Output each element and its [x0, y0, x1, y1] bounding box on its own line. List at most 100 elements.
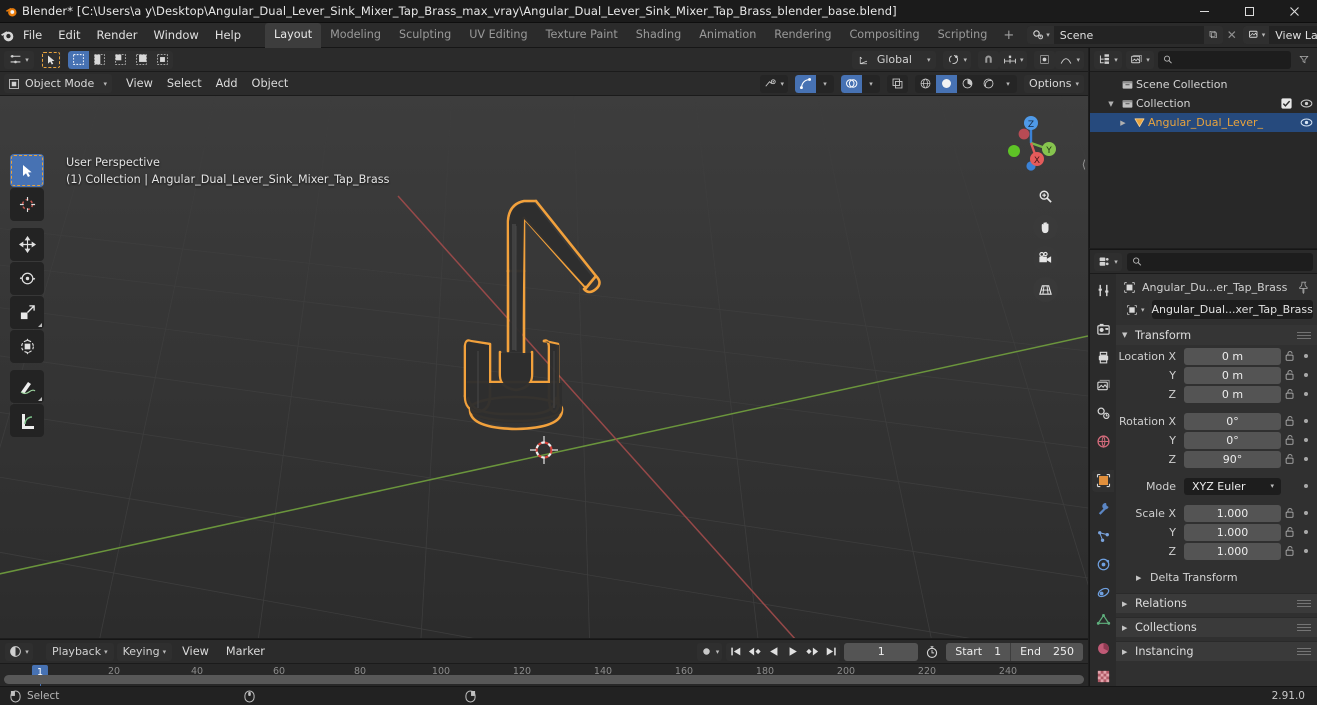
cursor-tool-button[interactable]	[10, 188, 44, 221]
scale-tool-button[interactable]	[10, 296, 44, 329]
scale-z-animate-dot[interactable]	[1299, 549, 1313, 553]
timeline-menu-marker[interactable]: Marker	[219, 643, 272, 660]
menu-window[interactable]: Window	[145, 25, 206, 45]
rotation-y-field[interactable]: 0°	[1184, 431, 1281, 449]
transform-tool-button[interactable]	[10, 330, 44, 363]
properties-editor-type-button[interactable]: ▾	[1094, 252, 1122, 271]
navigation-gizmo[interactable]: Z Y X	[996, 108, 1066, 178]
rotate-tool-button[interactable]	[10, 262, 44, 295]
collection-visibility-eye-icon[interactable]	[1300, 98, 1313, 109]
viewlayer-name-field[interactable]: View Layer	[1269, 26, 1317, 44]
show-gizmo-toggle[interactable]	[795, 74, 817, 93]
play-reverse-button[interactable]	[764, 642, 784, 661]
sidebar-collapse-arrow-icon[interactable]: ⟨	[1082, 158, 1086, 171]
collection-checkbox[interactable]	[1281, 98, 1292, 109]
workspace-tab-uv-editing[interactable]: UV Editing	[460, 23, 536, 48]
falloff-curve-selector[interactable]: ▾	[1055, 50, 1084, 69]
location-y-animate-dot[interactable]	[1299, 373, 1313, 377]
tab-world[interactable]	[1092, 431, 1114, 453]
transform-orientation-selector[interactable]: Global ▾	[851, 50, 937, 69]
shading-options-dropdown[interactable]: ▾	[999, 74, 1018, 93]
rotation-x-lock-icon[interactable]	[1281, 415, 1299, 427]
toggle-perspective-icon[interactable]	[1033, 277, 1058, 302]
start-frame-field[interactable]: Start 1	[946, 642, 1011, 661]
timeline-menu-keying[interactable]: Keying ▾	[116, 642, 173, 661]
rotation-mode-animate-dot[interactable]	[1299, 484, 1313, 488]
close-button[interactable]	[1272, 0, 1317, 23]
snap-to-selector[interactable]: ▾	[998, 50, 1028, 69]
camera-view-icon[interactable]	[1033, 246, 1058, 271]
workspace-tab-shading[interactable]: Shading	[627, 23, 690, 48]
rotation-z-field[interactable]: 90°	[1184, 450, 1281, 468]
scale-x-animate-dot[interactable]	[1299, 511, 1313, 515]
tab-render[interactable]	[1092, 319, 1114, 341]
rotation-mode-dropdown[interactable]: XYZ Euler	[1184, 477, 1281, 495]
outliner-editor-type-button[interactable]: ▾	[1094, 50, 1122, 69]
location-z-field[interactable]: 0 m	[1184, 385, 1281, 403]
outliner-search-box[interactable]	[1158, 50, 1291, 69]
select-set-button[interactable]	[68, 50, 89, 69]
outliner-row-object[interactable]: ▶ Angular_Dual_Lever_	[1090, 113, 1317, 132]
object-browse-button[interactable]: ▾	[1122, 300, 1149, 319]
proportional-editing-toggle[interactable]	[1034, 50, 1056, 69]
outliner-search-input[interactable]	[1176, 53, 1286, 66]
tab-scene[interactable]	[1092, 403, 1114, 425]
scene-unlink-button[interactable]: ✕	[1223, 26, 1241, 44]
timeline-ruler[interactable]: 20 40 60 80 100 120 140 160 180 200 220 …	[0, 664, 1088, 686]
annotate-tool-button[interactable]	[10, 370, 44, 403]
workspace-tab-compositing[interactable]: Compositing	[840, 23, 928, 48]
viewport-menu-add[interactable]: Add	[209, 75, 245, 92]
viewlayer-browse-button[interactable]: ▾	[1242, 26, 1270, 44]
gizmo-options-dropdown[interactable]: ▾	[816, 74, 835, 93]
play-button[interactable]	[783, 642, 803, 661]
location-y-lock-icon[interactable]	[1281, 369, 1299, 381]
properties-search-input[interactable]	[1146, 255, 1308, 268]
scale-y-animate-dot[interactable]	[1299, 530, 1313, 534]
add-workspace-button[interactable]: +	[996, 28, 1021, 43]
pan-hand-icon[interactable]	[1033, 215, 1058, 240]
material-preview-button[interactable]	[957, 74, 979, 93]
stopwatch-icon[interactable]	[922, 645, 942, 659]
select-extend-button[interactable]	[89, 50, 110, 69]
scale-x-lock-icon[interactable]	[1281, 507, 1299, 519]
tab-texture[interactable]	[1092, 665, 1114, 687]
instancing-panel-header[interactable]: ▶ Instancing	[1116, 641, 1317, 661]
object-expand-arrow-icon[interactable]: ▶	[1116, 119, 1130, 127]
tab-modifiers[interactable]	[1092, 498, 1114, 520]
scale-z-field[interactable]: 1.000	[1184, 542, 1281, 560]
transform-panel-header[interactable]: ▼ Transform	[1116, 325, 1317, 345]
select-invert-button[interactable]	[131, 50, 152, 69]
minimize-button[interactable]	[1182, 0, 1227, 23]
show-overlays-toggle[interactable]	[841, 74, 863, 93]
maximize-button[interactable]	[1227, 0, 1272, 23]
viewport-canvas[interactable]: User Perspective (1) Collection | Angula…	[0, 96, 1088, 638]
timeline-editor-type-button[interactable]: ▾	[5, 642, 33, 661]
snap-magnet-icon[interactable]	[977, 50, 999, 69]
timeline-menu-view[interactable]: View	[175, 643, 216, 660]
location-y-field[interactable]: 0 m	[1184, 366, 1281, 384]
record-icon[interactable]	[700, 645, 713, 658]
workspace-tab-scripting[interactable]: Scripting	[929, 23, 997, 48]
timeline-horizontal-scrollbar[interactable]	[4, 675, 1084, 684]
jump-to-start-button[interactable]	[726, 642, 746, 661]
workspace-tab-rendering[interactable]: Rendering	[765, 23, 840, 48]
tab-particles[interactable]	[1092, 525, 1114, 547]
rotation-y-animate-dot[interactable]	[1299, 438, 1313, 442]
viewport-options-button[interactable]: Options ▾	[1024, 74, 1084, 93]
viewport-menu-view[interactable]: View	[119, 75, 160, 92]
tab-material[interactable]	[1092, 637, 1114, 659]
current-frame-field[interactable]: 1	[844, 642, 919, 661]
properties-search-box[interactable]	[1127, 252, 1313, 271]
overlay-options-dropdown[interactable]: ▾	[862, 74, 881, 93]
scale-z-lock-icon[interactable]	[1281, 545, 1299, 557]
blender-menu-icon[interactable]	[0, 28, 15, 43]
location-x-animate-dot[interactable]	[1299, 354, 1313, 358]
outliner-display-mode-button[interactable]: ▾	[1126, 50, 1154, 69]
select-subtract-button[interactable]	[110, 50, 131, 69]
outliner-filter-icon[interactable]	[1295, 51, 1313, 69]
delta-transform-subpanel[interactable]: ▶ Delta Transform	[1116, 568, 1317, 587]
collection-expand-arrow-icon[interactable]: ▼	[1104, 100, 1118, 108]
workspace-tab-animation[interactable]: Animation	[690, 23, 765, 48]
workspace-tab-layout[interactable]: Layout	[265, 22, 322, 48]
scene-name-field[interactable]: Scene	[1053, 26, 1204, 44]
